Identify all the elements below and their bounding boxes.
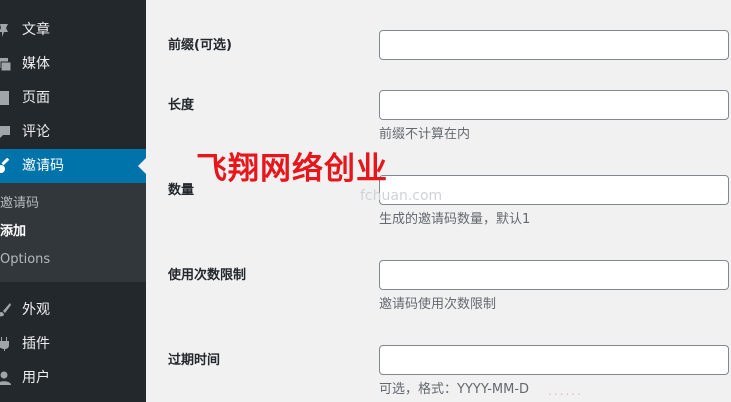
- sidebar-item-label: 外观: [22, 302, 50, 318]
- length-description: 前缀不计算在内: [379, 127, 471, 142]
- expiry-description: 可选，格式：YYYY-MM-D: [379, 382, 530, 397]
- sidebar-item-pages[interactable]: 页面: [0, 81, 146, 115]
- length-input[interactable]: [379, 90, 729, 120]
- invite-codes-submenu: 邀请码 添加 Options: [0, 183, 146, 282]
- sidebar-item-posts[interactable]: 文章: [0, 13, 146, 47]
- submenu-item-add[interactable]: 添加: [0, 224, 26, 240]
- media-icon: [0, 58, 12, 72]
- sidebar-item-label: 媒体: [22, 56, 50, 72]
- pin-icon: [0, 24, 8, 37]
- faint-watermark-text: fchuan.com: [360, 188, 443, 204]
- sidebar-item-label: 邀请码: [22, 158, 64, 174]
- sidebar-item-label: 评论: [22, 124, 50, 140]
- expiry-label: 过期时间: [168, 353, 221, 368]
- submenu-item-invite-codes[interactable]: 邀请码: [0, 196, 39, 212]
- sidebar-item-appearance[interactable]: 外观: [0, 293, 146, 327]
- count-label: 数量: [168, 183, 195, 198]
- prefix-label: 前缀(可选): [168, 38, 232, 53]
- count-description: 生成的邀请码数量，默认1: [379, 212, 531, 227]
- admin-sidebar: 文章 媒体 页面 评论 邀请码 邀请码 添加 Options 外观 插件 用户: [0, 0, 146, 402]
- usage-limit-description: 邀请码使用次数限制: [379, 297, 497, 312]
- sidebar-item-invite-codes[interactable]: 邀请码: [0, 149, 146, 183]
- length-label: 长度: [168, 98, 195, 113]
- sidebar-item-label: 文章: [22, 22, 50, 38]
- sidebar-item-label: 插件: [22, 336, 50, 352]
- key-icon: [0, 158, 10, 173]
- sidebar-item-label: 页面: [22, 90, 50, 106]
- brush-icon: [0, 303, 11, 317]
- page-icon: [0, 91, 9, 105]
- watermark-text: 飞翔网络创业: [196, 151, 388, 187]
- user-icon: [0, 371, 11, 385]
- prefix-input[interactable]: [379, 30, 729, 60]
- sidebar-item-users[interactable]: 用户: [0, 361, 146, 395]
- sidebar-item-label: 用户: [22, 370, 50, 386]
- sidebar-item-media[interactable]: 媒体: [0, 47, 146, 81]
- usage-limit-label: 使用次数限制: [168, 268, 247, 283]
- sidebar-item-comments[interactable]: 评论: [0, 115, 146, 149]
- submenu-item-options[interactable]: Options: [0, 252, 50, 268]
- comment-icon: [0, 126, 10, 138]
- sidebar-item-plugins[interactable]: 插件: [0, 327, 146, 361]
- usage-limit-input[interactable]: [379, 260, 729, 290]
- expiry-input[interactable]: [379, 345, 729, 375]
- decorative-dots: ......: [548, 384, 583, 398]
- plugin-icon: [0, 337, 9, 351]
